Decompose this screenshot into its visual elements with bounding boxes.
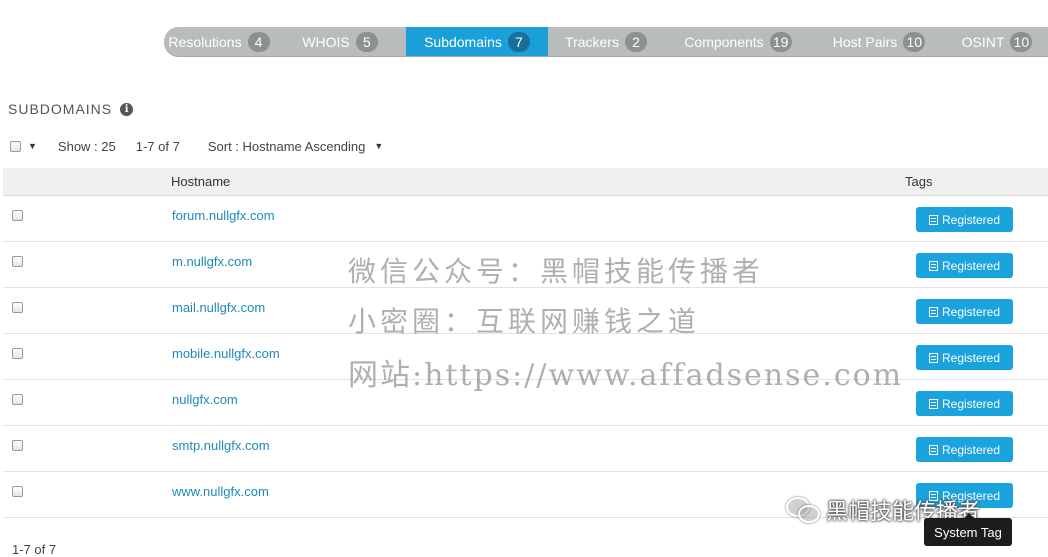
tab-trackers[interactable]: Trackers 2 (548, 27, 664, 56)
registered-tag-button[interactable]: Registered (916, 437, 1013, 462)
tab-label: Components (684, 33, 764, 50)
tab-label: Trackers (565, 33, 619, 50)
row-checkbox[interactable] (12, 486, 23, 497)
tab-label: Host Pairs (832, 33, 898, 50)
page-size-selector[interactable]: Show : 25 (58, 139, 116, 154)
tag-label: Registered (941, 396, 1001, 411)
hostname-link[interactable]: m.nullgfx.com (172, 254, 252, 269)
table-row: mail.nullgfx.com Registered (3, 288, 1048, 334)
info-icon[interactable]: i (120, 102, 134, 116)
row-checkbox[interactable] (12, 348, 23, 359)
tab-count-badge: 2 (624, 31, 647, 52)
registered-tag-button[interactable]: Registered (916, 391, 1013, 416)
tab-count-badge: 4 (247, 31, 270, 52)
tag-list-icon (928, 214, 938, 225)
tab-count-badge: 7 (507, 31, 530, 52)
row-checkbox[interactable] (12, 440, 23, 451)
row-checkbox[interactable] (12, 210, 23, 221)
tag-list-icon (928, 306, 938, 317)
tab-label: OSINT (961, 33, 1005, 50)
tag-label: Registered (941, 258, 1001, 273)
registered-tag-button[interactable]: Registered (916, 207, 1013, 232)
tab-whois[interactable]: WHOIS 5 (274, 27, 406, 56)
column-header-hostname[interactable]: Hostname (171, 174, 230, 189)
tag-list-icon (928, 352, 938, 363)
section-title: SUBDOMAINS (8, 101, 113, 117)
tab-host-pairs[interactable]: Host Pairs 10 (812, 27, 946, 56)
tab-bar: Resolutions 4 WHOIS 5 Subdomains 7 Track… (164, 27, 1048, 56)
hostname-link[interactable]: mobile.nullgfx.com (172, 346, 280, 361)
hostname-link[interactable]: forum.nullgfx.com (172, 208, 275, 223)
tab-components[interactable]: Components 19 (664, 27, 812, 56)
registered-tag-button[interactable]: Registered (916, 483, 1013, 508)
column-header-tags: Tags (905, 174, 933, 189)
table-row: mobile.nullgfx.com Registered (3, 334, 1048, 380)
footer-result-count: 1-7 of 7 (12, 542, 57, 557)
tab-subdomains[interactable]: Subdomains 7 (406, 27, 548, 56)
table-row: www.nullgfx.com Registered (3, 472, 1048, 518)
registered-tag-button[interactable]: Registered (916, 299, 1013, 324)
row-checkbox[interactable] (12, 302, 23, 313)
table-row: nullgfx.com Registered (3, 380, 1048, 426)
tag-label: Registered (941, 488, 1001, 503)
tag-label: Registered (941, 304, 1001, 319)
tab-resolutions[interactable]: Resolutions 4 (164, 27, 274, 56)
row-checkbox[interactable] (12, 256, 23, 267)
table-row: m.nullgfx.com Registered (3, 242, 1048, 288)
registered-tag-button[interactable]: Registered (916, 253, 1013, 278)
sort-chevron-down-icon[interactable]: ▼ (374, 141, 383, 151)
row-checkbox[interactable] (12, 394, 23, 405)
section-header: SUBDOMAINS i (8, 101, 134, 117)
hostname-link[interactable]: mail.nullgfx.com (172, 300, 265, 315)
hostname-link[interactable]: www.nullgfx.com (172, 484, 269, 499)
tag-label: Registered (941, 442, 1001, 457)
select-all-checkbox[interactable] (10, 140, 21, 152)
tab-osint[interactable]: OSINT 10 (946, 27, 1048, 56)
hostname-link[interactable]: smtp.nullgfx.com (172, 438, 270, 453)
system-tag-tooltip: System Tag (924, 513, 1012, 546)
tab-label: Subdomains (424, 33, 502, 50)
tab-label: Resolutions (168, 33, 242, 50)
tag-label: Registered (941, 212, 1001, 227)
sort-selector[interactable]: Sort : Hostname Ascending (208, 139, 366, 154)
tag-list-icon (928, 490, 938, 501)
table-row: forum.nullgfx.com Registered (3, 196, 1048, 242)
result-range: 1-7 of 7 (135, 138, 180, 154)
table-row: smtp.nullgfx.com Registered (3, 426, 1048, 472)
tab-count-badge: 10 (1010, 31, 1033, 52)
table-header: Hostname Tags (3, 168, 1048, 196)
registered-tag-button[interactable]: Registered (916, 345, 1013, 370)
hostname-link[interactable]: nullgfx.com (172, 392, 238, 407)
table-toolbar: ▼ Show : 25 1-7 of 7 Sort : Hostname Asc… (10, 136, 383, 156)
tab-count-badge: 10 (903, 31, 926, 52)
select-options-chevron-down-icon[interactable]: ▼ (28, 141, 37, 151)
tag-label: Registered (941, 350, 1001, 365)
tag-list-icon (928, 398, 938, 409)
tab-label: WHOIS (302, 33, 350, 50)
tag-list-icon (928, 444, 938, 455)
tab-count-badge: 5 (355, 31, 378, 52)
tag-list-icon (928, 260, 938, 271)
table-body: forum.nullgfx.com Registered m.nullgfx.c… (3, 196, 1048, 518)
tab-count-badge: 19 (769, 31, 792, 52)
